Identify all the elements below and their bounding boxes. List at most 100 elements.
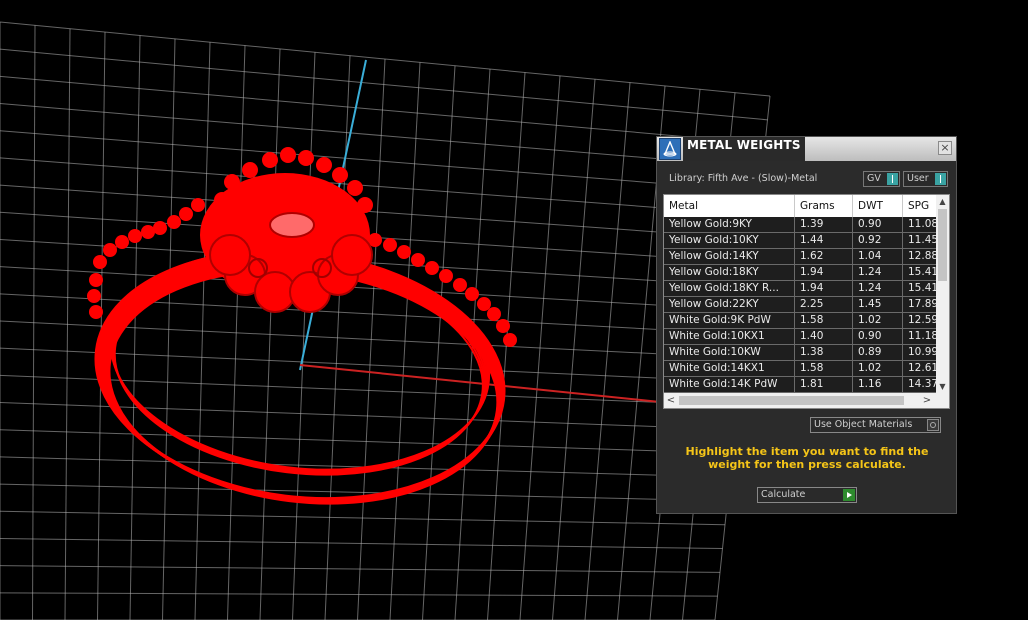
vertical-scrollbar[interactable]: ▲ ▼: [936, 195, 949, 393]
head-bead: [347, 180, 363, 196]
grams-cell: 1.39: [795, 217, 853, 232]
grid-line: [0, 184, 756, 240]
dwt-cell: 1.45: [853, 297, 903, 312]
scroll-thumb[interactable]: [679, 396, 904, 405]
prong-bead: [425, 261, 439, 275]
user-toggle[interactable]: User: [903, 171, 948, 187]
column-header-metal[interactable]: Metal: [664, 195, 795, 217]
column-header-dwt[interactable]: DWT: [853, 195, 903, 217]
grams-cell: 1.94: [795, 281, 853, 296]
spg-cell: 10.99: [903, 345, 936, 360]
table-row[interactable]: Yellow Gold:22KY 2.25 1.45 17.89: [664, 297, 936, 313]
prong-bead: [397, 245, 411, 259]
toggle-switch-icon: [935, 173, 946, 185]
scroll-down-icon[interactable]: ▼: [936, 380, 949, 393]
grams-cell: 1.81: [795, 377, 853, 392]
prong-bead: [167, 215, 181, 229]
play-arrow-icon: [843, 489, 855, 501]
table-row[interactable]: White Gold:14K PdW 1.81 1.16 14.37: [664, 377, 936, 393]
table-row[interactable]: Yellow Gold:9KY 1.39 0.90 11.08: [664, 217, 936, 233]
table-row[interactable]: Yellow Gold:14KY 1.62 1.04 12.88: [664, 249, 936, 265]
horizontal-scrollbar[interactable]: < >: [664, 393, 949, 408]
dwt-cell: 0.90: [853, 217, 903, 232]
dwt-cell: 1.02: [853, 313, 903, 328]
column-header-grams[interactable]: Grams: [795, 195, 853, 217]
scroll-up-icon[interactable]: ▲: [936, 195, 949, 208]
grams-cell: 2.25: [795, 297, 853, 312]
scroll-thumb[interactable]: [938, 209, 947, 281]
metal-weights-panel: METAL WEIGHTS × Library: Fifth Ave - (Sl…: [656, 136, 957, 514]
grid-line: [0, 75, 766, 145]
dwt-cell: 0.92: [853, 233, 903, 248]
spg-cell: 11.08: [903, 217, 936, 232]
spg-cell: 11.45: [903, 233, 936, 248]
prong-bead: [153, 221, 167, 235]
center-stone: [269, 212, 315, 238]
prong-bead: [465, 287, 479, 301]
radio-icon: [927, 419, 939, 431]
dwt-cell: 1.24: [853, 281, 903, 296]
table-header: Metal Grams DWT SPG: [664, 195, 939, 217]
gv-toggle-label: GV: [867, 173, 881, 184]
prong-bead: [115, 235, 129, 249]
prong-bead: [89, 273, 103, 287]
toggle-switch-icon: [887, 173, 898, 185]
table-row[interactable]: White Gold:9K PdW 1.58 1.02 12.59: [664, 313, 936, 329]
head-bead: [214, 192, 230, 208]
table-row[interactable]: Yellow Gold:10KY 1.44 0.92 11.45: [664, 233, 936, 249]
table-row[interactable]: Yellow Gold:18KY R... 1.94 1.24 15.41: [664, 281, 936, 297]
table-row[interactable]: Yellow Gold:18KY 1.94 1.24 15.41: [664, 265, 936, 281]
dwt-cell: 1.04: [853, 249, 903, 264]
panel-titlebar[interactable]: METAL WEIGHTS ×: [657, 137, 956, 161]
petal: [209, 234, 251, 276]
spg-cell: 14.37: [903, 377, 936, 392]
dwt-cell: 1.24: [853, 265, 903, 280]
metal-cell: White Gold:10KW: [664, 345, 795, 360]
metal-cell: Yellow Gold:22KY: [664, 297, 795, 312]
dwt-cell: 1.02: [853, 361, 903, 376]
spg-cell: 12.59: [903, 313, 936, 328]
table-row[interactable]: White Gold:10KW 1.38 0.89 10.99: [664, 345, 936, 361]
column-header-spg[interactable]: SPG: [903, 195, 939, 217]
scroll-left-icon[interactable]: <: [664, 393, 678, 408]
grid-line: [0, 157, 758, 216]
calculate-label: Calculate: [761, 489, 806, 500]
metal-cell: Yellow Gold:18KY: [664, 265, 795, 280]
grams-cell: 1.38: [795, 345, 853, 360]
head-bead: [242, 162, 258, 178]
prong-bead: [89, 305, 103, 319]
head-bead: [298, 150, 314, 166]
prong-bead: [87, 289, 101, 303]
spg-cell: 17.89: [903, 297, 936, 312]
grid-line: [0, 103, 763, 168]
grid-line: [0, 130, 761, 192]
prong-bead: [496, 319, 510, 333]
table-body: Yellow Gold:9KY 1.39 0.90 11.08 Yellow Gold:…: [664, 217, 936, 393]
user-toggle-label: User: [907, 173, 929, 184]
table-row[interactable]: White Gold:14KX1 1.58 1.02 12.61: [664, 361, 936, 377]
prong-bead: [179, 207, 193, 221]
spg-cell: 12.88: [903, 249, 936, 264]
prong-bead: [487, 307, 501, 321]
prong-bead: [103, 243, 117, 257]
prong-bead: [93, 255, 107, 269]
metal-cell: Yellow Gold:14KY: [664, 249, 795, 264]
prong-bead: [411, 253, 425, 267]
head-bead: [280, 147, 296, 163]
use-object-materials-toggle[interactable]: Use Object Materials: [810, 417, 941, 433]
gv-toggle[interactable]: GV: [863, 171, 900, 187]
scroll-right-icon[interactable]: >: [920, 393, 934, 408]
table-row[interactable]: White Gold:10KX1 1.40 0.90 11.18: [664, 329, 936, 345]
prong-bead: [503, 333, 517, 347]
close-icon[interactable]: ×: [938, 141, 952, 155]
dwt-cell: 0.90: [853, 329, 903, 344]
calculate-button[interactable]: Calculate: [757, 487, 857, 503]
metal-cell: Yellow Gold:10KY: [664, 233, 795, 248]
gemvision-logo-icon: [659, 138, 681, 160]
prong-bead: [191, 198, 205, 212]
use-object-materials-label: Use Object Materials: [814, 419, 913, 430]
dwt-cell: 1.16: [853, 377, 903, 392]
head-bead: [332, 167, 348, 183]
instruction-text: Highlight the item you want to find the …: [685, 445, 929, 471]
grams-cell: 1.58: [795, 361, 853, 376]
